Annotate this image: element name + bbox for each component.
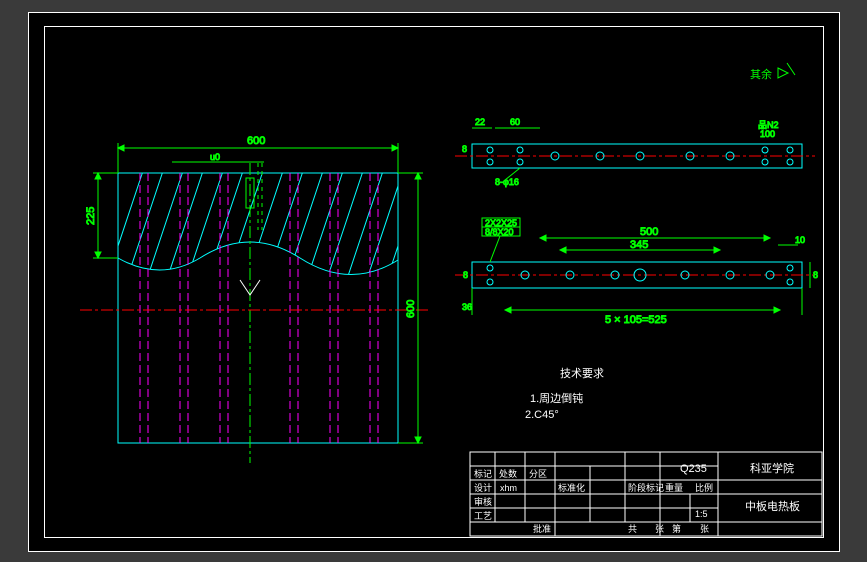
svg-text:u0: u0 bbox=[210, 152, 220, 162]
title-text: Q235 科亚学院 中板电热板 标记 处数 分区 设计 xhm 审核 工艺 标准… bbox=[474, 461, 800, 534]
svg-text:xhm: xhm bbox=[500, 483, 517, 493]
svg-text:科亚学院: 科亚学院 bbox=[750, 461, 794, 475]
svg-text:标记: 标记 bbox=[474, 468, 492, 479]
svg-text:8-φ16: 8-φ16 bbox=[495, 177, 519, 187]
svg-text:标准化: 标准化 bbox=[558, 482, 585, 493]
tech-line-2: 2.C45° bbox=[525, 409, 559, 421]
dim-right-h: 600 bbox=[398, 173, 423, 443]
svg-text:第: 第 bbox=[672, 523, 681, 534]
surface-icon bbox=[778, 63, 795, 78]
bot-strip: 2X2X25 8/8X20 500 345 10 5 × 105=525 8 3… bbox=[455, 218, 818, 326]
svg-text:345: 345 bbox=[630, 239, 648, 251]
slots bbox=[140, 173, 378, 443]
svg-text:8: 8 bbox=[462, 144, 467, 154]
svg-text:36: 36 bbox=[462, 302, 472, 312]
main-view: 600 u0 225 600 bbox=[80, 135, 430, 463]
svg-text:500: 500 bbox=[640, 226, 658, 238]
svg-text:60: 60 bbox=[510, 117, 520, 127]
svg-text:8: 8 bbox=[813, 270, 818, 280]
svg-text:中板电热板: 中板电热板 bbox=[745, 499, 800, 513]
svg-text:8: 8 bbox=[463, 270, 468, 280]
svg-text:5 × 105=525: 5 × 105=525 bbox=[605, 314, 667, 326]
dim-main-h: 225 bbox=[85, 173, 118, 258]
svg-text:Q235: Q235 bbox=[680, 463, 707, 475]
svg-text:225: 225 bbox=[85, 207, 97, 225]
svg-text:处数: 处数 bbox=[499, 468, 517, 479]
svg-text:设计: 设计 bbox=[474, 482, 492, 493]
center-feat bbox=[240, 163, 262, 463]
svg-text:8/8X20: 8/8X20 bbox=[485, 227, 514, 237]
svg-text:100: 100 bbox=[760, 129, 775, 139]
svg-text:1:5: 1:5 bbox=[695, 509, 708, 519]
svg-text:22: 22 bbox=[475, 117, 485, 127]
svg-text:张: 张 bbox=[655, 524, 664, 534]
canvas: 其余 600 u0 225 600 22 60 品N2 100 8-φ16 8 … bbox=[0, 0, 867, 562]
tech-line-1: 1.周边倒钝 bbox=[530, 391, 583, 405]
svg-text:比例: 比例 bbox=[695, 482, 713, 493]
svg-text:重量: 重量 bbox=[665, 482, 683, 493]
svg-text:600: 600 bbox=[405, 300, 417, 318]
svg-text:张: 张 bbox=[700, 524, 709, 534]
corner-note: 其余 bbox=[750, 67, 772, 81]
svg-text:分区: 分区 bbox=[529, 469, 547, 479]
bot-dims: 2X2X25 8/8X20 500 345 10 5 × 105=525 8 3… bbox=[462, 218, 818, 326]
svg-text:10: 10 bbox=[795, 235, 805, 245]
dim-sub-w: u0 bbox=[172, 152, 264, 162]
svg-text:共: 共 bbox=[628, 524, 637, 534]
svg-text:批准: 批准 bbox=[533, 523, 551, 534]
svg-text:600: 600 bbox=[247, 135, 265, 147]
svg-text:工艺: 工艺 bbox=[474, 511, 492, 521]
cad-drawing: 其余 600 u0 225 600 22 60 品N2 100 8-φ16 8 … bbox=[0, 0, 867, 562]
dim-main-w: 600 bbox=[118, 135, 398, 173]
tech-title: 技术要求 bbox=[560, 367, 604, 380]
svg-text:审核: 审核 bbox=[474, 496, 492, 507]
top-strip: 22 60 品N2 100 8-φ16 8 bbox=[455, 117, 815, 187]
svg-text:阶段标记: 阶段标记 bbox=[628, 482, 664, 493]
